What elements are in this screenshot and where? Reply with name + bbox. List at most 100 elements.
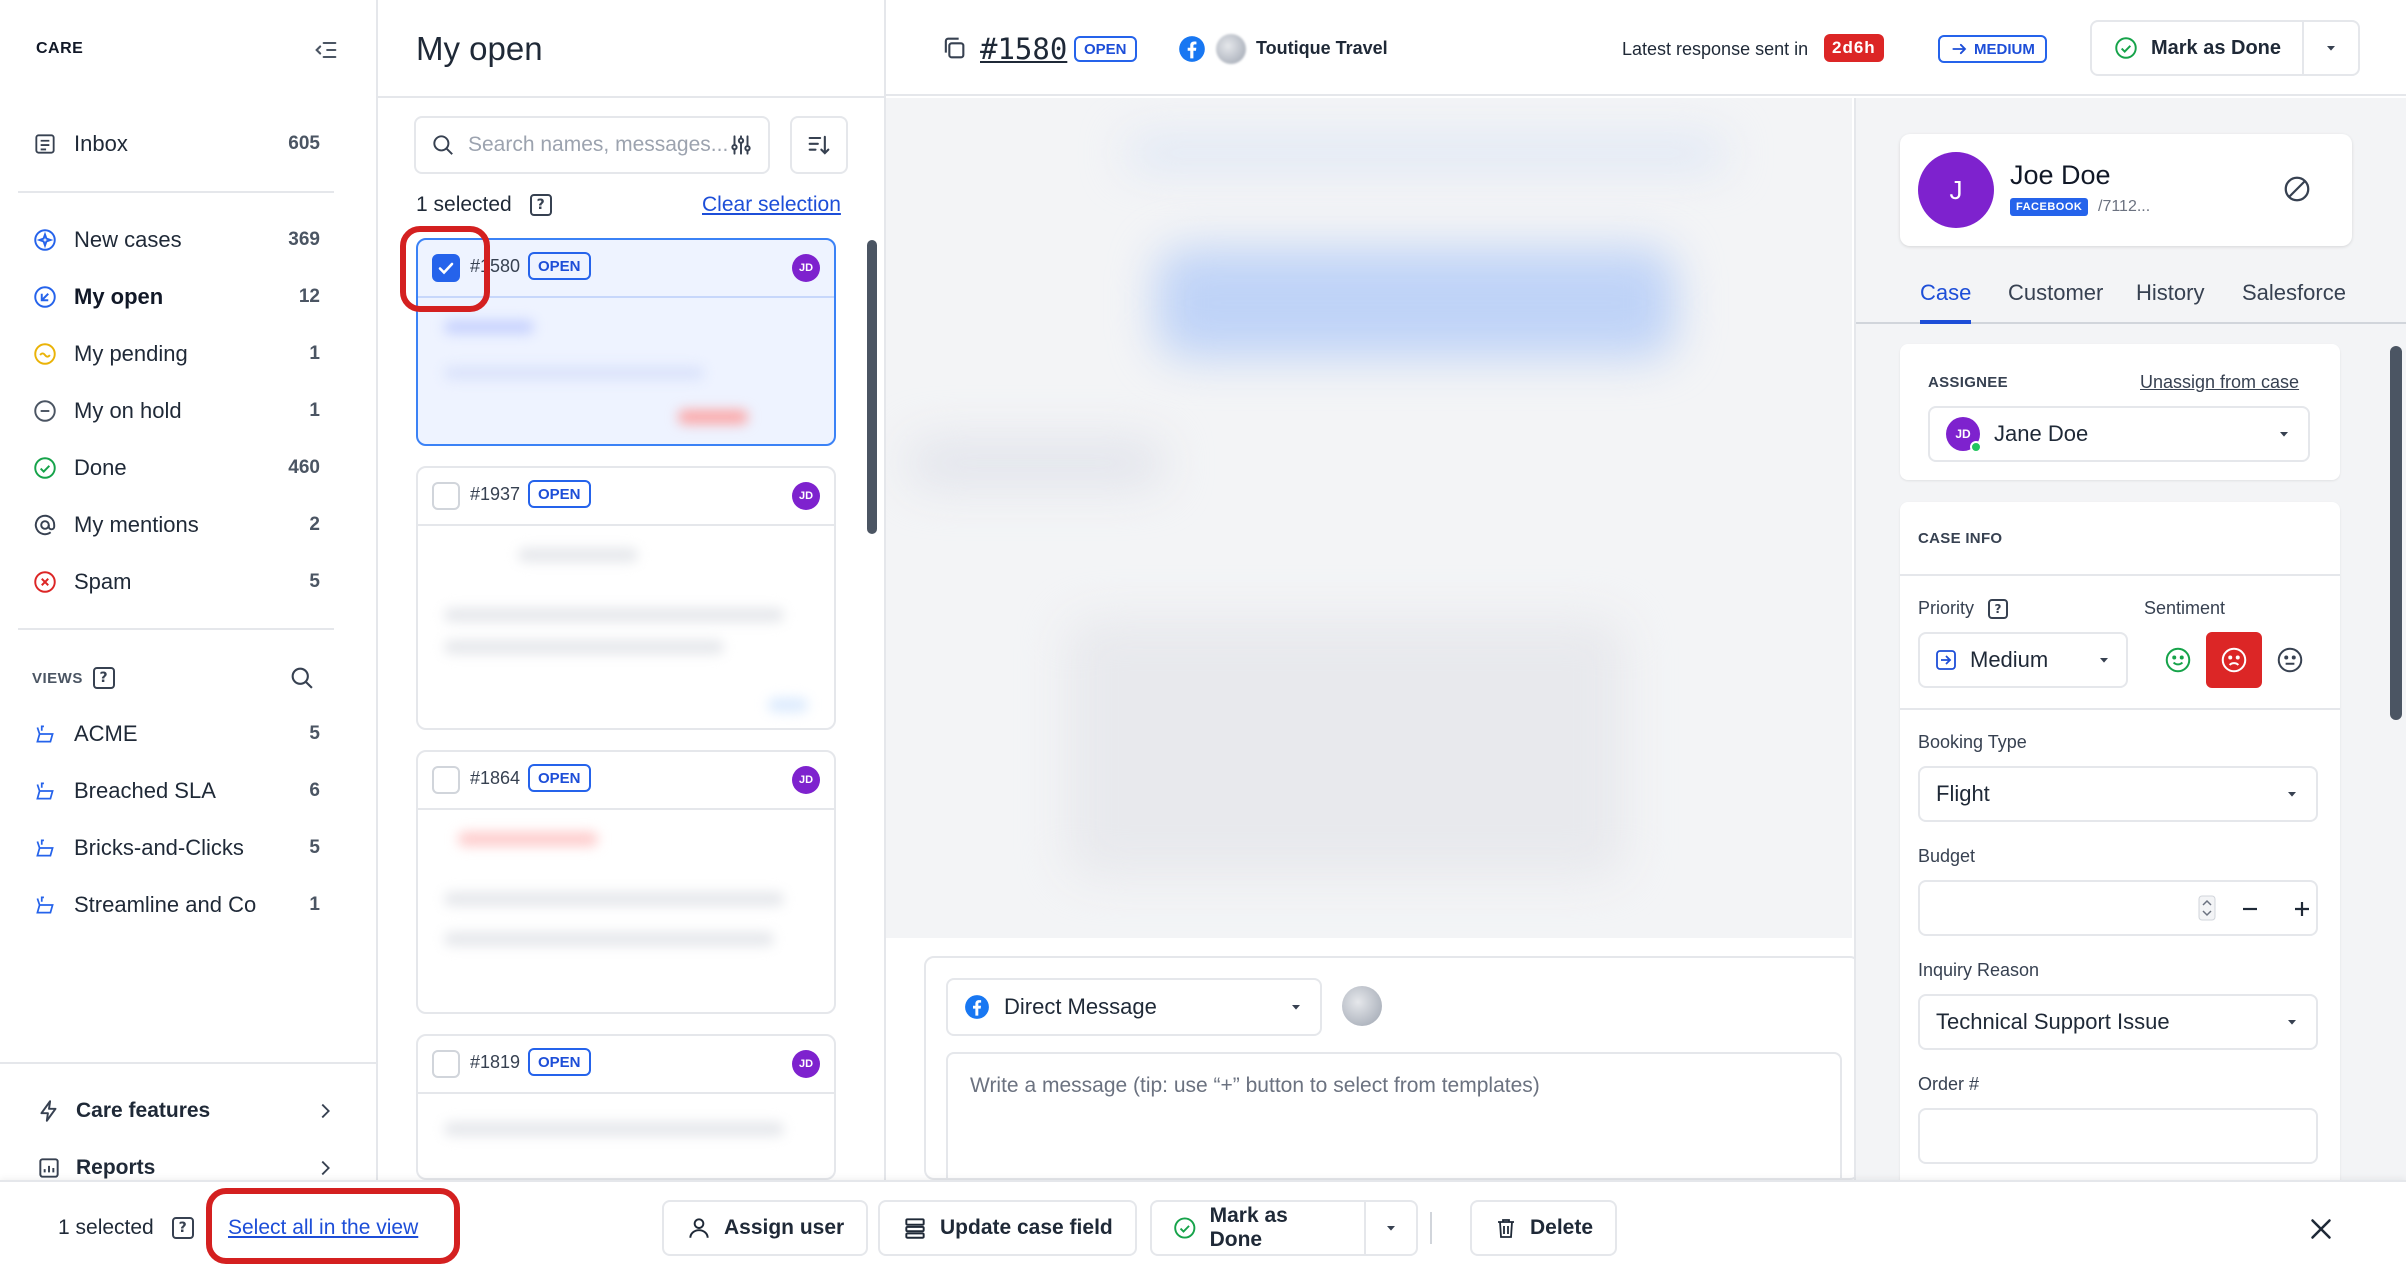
sidebar-item-label: Inbox [74,131,128,156]
bulk-mark-done-label: Mark as Done [1209,1204,1288,1251]
chevron-right-icon [321,1160,330,1176]
mark-done-dropdown[interactable] [2302,22,2358,74]
blurred-message [1156,248,1676,358]
tab-history[interactable]: History [2136,280,2204,324]
search-input[interactable] [468,133,728,157]
tab-customer[interactable]: Customer [2008,280,2103,324]
brand-avatar [1216,34,1246,64]
blurred-content [444,320,534,334]
sidebar-item-my-mentions[interactable]: My mentions 2 [18,498,334,552]
sidebar-care-features[interactable]: Care features [36,1088,336,1134]
bulk-mark-done-button[interactable]: Mark as Done [1150,1200,1366,1256]
delete-button[interactable]: Delete [1470,1200,1618,1256]
case-id-link[interactable]: #1580 [980,32,1067,66]
select-all-in-view-link[interactable]: Select all in the view [228,1216,418,1240]
blurred-message [1126,138,1726,168]
sidebar-view-breached-sla[interactable]: Breached SLA 6 [18,764,334,818]
sort-button[interactable] [790,116,848,174]
reports-icon [39,1158,59,1178]
tab-case[interactable]: Case [1920,280,1972,324]
assignee-select[interactable]: JD Jane Doe [1928,406,2310,462]
budget-input[interactable] [1918,880,2318,936]
case-card[interactable]: #1864 OPEN JD [416,750,836,1014]
case-card[interactable]: #1819 OPEN JD [416,1034,836,1180]
block-icon[interactable] [2282,174,2312,204]
assignee-name: Jane Doe [1994,421,2089,446]
sentiment-positive-button[interactable] [2150,632,2206,688]
new-cases-icon [34,229,56,251]
sentiment-negative-button[interactable] [2206,632,2262,688]
blurred-content [518,548,638,562]
unassign-link[interactable]: Unassign from case [2140,372,2299,393]
filter-icon[interactable] [728,132,754,158]
sidebar-item-done[interactable]: Done 460 [18,441,334,495]
channel-select[interactable]: Direct Message [946,978,1322,1036]
sentiment-label: Sentiment [2144,598,2226,618]
collapse-sidebar-icon[interactable] [312,36,340,64]
contact-name[interactable]: Joe Doe [2010,160,2111,191]
sidebar-divider [18,628,334,630]
view-count: 6 [309,780,320,801]
sidebar-item-count: 12 [298,286,320,307]
sidebar-item-label: Spam [74,569,132,594]
help-icon[interactable]: ? [529,194,552,216]
sidebar-item-label: My mentions [74,512,199,537]
pending-icon [34,343,56,365]
view-label: ACME [74,721,138,746]
priority-select[interactable]: Medium [1918,632,2128,688]
contact-handle: /7112... [2098,198,2151,215]
sidebar-brand: CARE [36,40,84,57]
channel-label: Direct Message [1004,994,1157,1019]
inquiry-reason-label: Inquiry Reason [1918,960,2040,980]
sidebar-item-new-cases[interactable]: New cases 369 [18,213,334,267]
sidebar-item-spam[interactable]: Spam 5 [18,555,334,609]
sentiment-neutral-button[interactable] [2262,632,2318,688]
panel-scrollbar[interactable] [2390,346,2402,720]
sidebar-item-my-on-hold[interactable]: My on hold 1 [18,384,334,438]
sidebar-item-my-open[interactable]: My open 12 [18,270,334,324]
user-icon [689,1218,709,1238]
blurred-content [444,892,784,906]
plus-icon[interactable] [2290,897,2314,921]
help-icon[interactable]: ? [171,1217,194,1239]
mark-done-button[interactable]: Mark as Done [2092,22,2302,74]
search-views-icon[interactable] [288,664,316,692]
trash-icon [1498,1219,1514,1238]
tab-salesforce[interactable]: Salesforce [2242,280,2346,324]
order-number-input[interactable] [1918,1108,2318,1164]
case-card[interactable]: #1937 OPEN JD [416,466,836,730]
sidebar-item-label: Done [74,455,127,480]
card-checkbox[interactable] [432,766,460,794]
assign-user-button[interactable]: Assign user [662,1200,869,1256]
sidebar-item-my-pending[interactable]: My pending 1 [18,327,334,381]
clear-selection-link[interactable]: Clear selection [702,193,841,217]
mark-done-split-button: Mark as Done [2090,20,2360,76]
contact-card: J Joe Doe FACEBOOK /7112... [1900,134,2352,246]
card-checkbox[interactable] [432,254,460,282]
help-icon[interactable]: ? [92,667,115,689]
priority-field-label: Priority ? [1918,598,2009,619]
case-id: #1864 [470,768,521,788]
spam-icon [34,571,56,593]
bulk-mark-done-dropdown[interactable] [1364,1200,1418,1256]
list-scrollbar[interactable] [867,240,877,534]
minus-icon[interactable] [2238,897,2262,921]
close-icon[interactable] [2304,1212,2338,1246]
update-case-field-button[interactable]: Update case field [878,1200,1137,1256]
sidebar-view-acme[interactable]: ACME 5 [18,707,334,761]
sidebar-item-inbox[interactable]: Inbox 605 [18,117,334,171]
sender-avatar[interactable] [1342,986,1382,1026]
stepper-icon[interactable] [2198,895,2216,921]
sidebar-view-bricks-and-clicks[interactable]: Bricks-and-Clicks 5 [18,821,334,875]
status-badge: OPEN [528,1048,591,1076]
avatar: JD [792,254,820,282]
message-input[interactable] [970,1074,1818,1114]
booking-type-select[interactable]: Flight [1918,766,2318,822]
help-icon[interactable]: ? [1988,598,2009,619]
card-checkbox[interactable] [432,482,460,510]
inquiry-reason-select[interactable]: Technical Support Issue [1918,994,2318,1050]
card-checkbox[interactable] [432,1050,460,1078]
sidebar-view-streamline-and-co[interactable]: Streamline and Co 1 [18,878,334,932]
case-card[interactable]: #1580 OPEN JD [416,238,836,446]
copy-icon[interactable] [940,34,968,62]
